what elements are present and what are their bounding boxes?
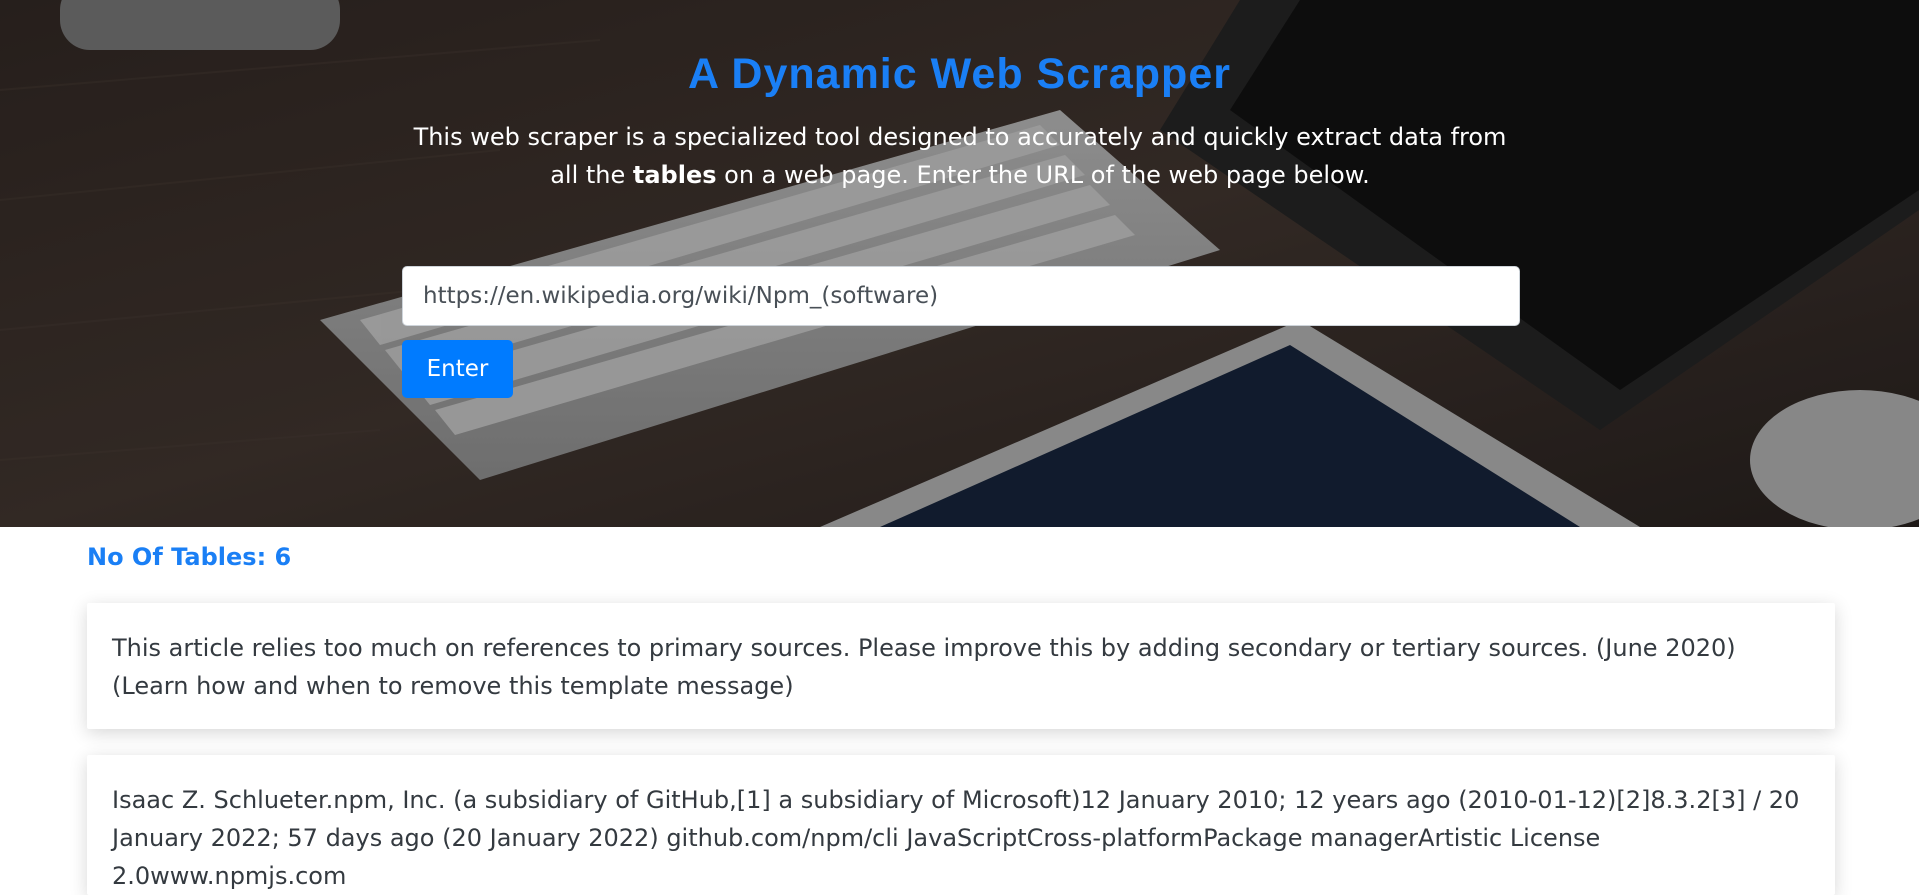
description-text-2: on a web page. Enter the URL of the web … [716,161,1370,189]
enter-button[interactable]: Enter [402,340,513,398]
table-card-text: This article relies too much on referenc… [112,634,1736,700]
hero-banner: A Dynamic Web Scrapper This web scraper … [0,0,1919,527]
description-bold: tables [632,161,717,189]
url-input[interactable] [402,266,1520,326]
page-description: This web scraper is a specialized tool d… [400,118,1520,194]
hero-content: A Dynamic Web Scrapper This web scraper … [0,0,1919,527]
table-card: This article relies too much on referenc… [87,603,1835,729]
table-count-value: 6 [274,543,292,571]
page-title: A Dynamic Web Scrapper [688,50,1231,98]
table-count-label: No Of Tables: [87,543,275,571]
table-count: No Of Tables: 6 [87,543,291,571]
table-card: Isaac Z. Schlueter.npm, Inc. (a subsidia… [87,755,1835,895]
table-card-text: Isaac Z. Schlueter.npm, Inc. (a subsidia… [112,786,1800,890]
